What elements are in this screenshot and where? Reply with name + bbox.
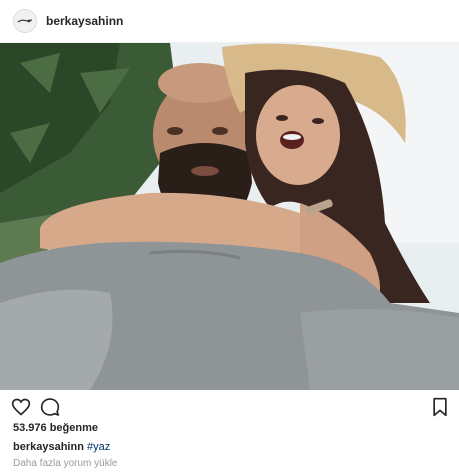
caption: berkaysahinn #yaz xyxy=(13,441,110,453)
post-photo[interactable] xyxy=(0,43,459,390)
caption-username[interactable]: berkaysahinn xyxy=(13,441,84,453)
post-username[interactable]: berkaysahinn xyxy=(46,14,123,28)
post-actions xyxy=(0,395,459,421)
load-more-comments[interactable]: Daha fazla yorum yükle xyxy=(13,458,118,469)
post-header: berkaysahinn xyxy=(0,0,459,43)
avatar-image xyxy=(15,11,35,31)
caption-hashtag[interactable]: #yaz xyxy=(87,441,110,453)
like-count[interactable]: 53.976 beğenme xyxy=(13,422,98,434)
photo-image xyxy=(0,43,459,390)
comment-icon[interactable] xyxy=(40,397,60,417)
avatar[interactable] xyxy=(13,9,37,33)
instagram-post: berkaysahinn 53.976 beğenme berkaysahinn… xyxy=(0,0,459,473)
heart-icon[interactable] xyxy=(11,397,31,417)
bookmark-icon[interactable] xyxy=(430,397,450,417)
